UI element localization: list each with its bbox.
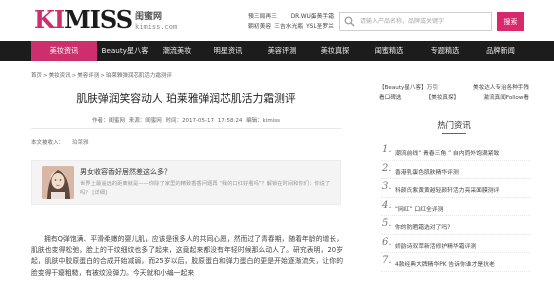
search-box[interactable] (339, 12, 492, 31)
breadcrumb-link[interactable]: 美妆资讯 (49, 73, 71, 79)
article-meta: 作者：闺蜜网 来源：闺蜜网 时间：2017-05-17 17:58:24 编辑：… (92, 118, 280, 124)
article-tags: 本文被收入： 珀莱雅 (31, 138, 89, 146)
nav-item-2[interactable]: 潮流美妆 (153, 41, 201, 61)
nav-item-0[interactable]: 美妆资讯 (31, 41, 97, 61)
header-hot-link[interactable]: 預三局再三 (248, 12, 277, 22)
nav-item-5[interactable]: 美妆真探 (309, 41, 361, 61)
hot-news-item[interactable]: 5. 你的防晒霜选对了吗？ (381, 216, 531, 235)
breadcrumb-link[interactable]: 珀莱雅弹润芯肌活力霜测评 (106, 73, 172, 79)
hot-news-title[interactable]: 潮流前线“ 青春三角 ” 自内而外饱满紧致 (395, 148, 499, 157)
sidebar-link[interactable]: 激流真闻Follow看 (483, 93, 529, 103)
hot-news-rank: 5. (382, 218, 392, 229)
hot-news-rank: 2. (382, 162, 392, 174)
hot-news-heading: 热门资讯 (437, 120, 471, 130)
hot-news-item[interactable]: 4. “网红” 口红全评测 (381, 198, 531, 216)
breadcrumb: 首页>美妆资讯>美容评测>珀莱雅弹润芯肌活力霜测评 (31, 71, 173, 79)
header-hot-link[interactable]: DR.WU蛋黃手霜 (291, 12, 334, 22)
hot-news-list: 1. 潮流前线“ 青春三角 ” 自内而外饱满紧致 2. 香港乳蛋色肌肤精华评测 3. 科颜… (381, 142, 531, 272)
hot-news-title[interactable]: 香港乳蛋色肌肤精华评测 (395, 167, 459, 176)
hot-news-title[interactable]: 4款经典大牌精华PK 告诉你谁才是抗老 (395, 259, 495, 268)
breadcrumb-link[interactable]: 美容评测 (77, 73, 99, 79)
sidebar-link[interactable]: 【Beauty星八客】万引 (379, 83, 438, 93)
sidebar-links: 【Beauty星八客】万引 美妆达人专治各种手残 看口碑选 【美妆真探】 激流真闻Fo… (379, 83, 529, 103)
main-nav: 美妆资讯 Beauty星八客 潮流美妆 明星资讯 美容评测 美妆真探 闺蜜精选 专题精选 品牌新… (0, 41, 554, 61)
tag-link[interactable]: 珀莱雅 (72, 140, 89, 146)
hot-news-rank: 3. (382, 181, 392, 192)
site-logo[interactable]: KIMISS 闺蜜网 kimiss.com (34, 8, 177, 32)
breadcrumb-link[interactable]: 首页 (31, 73, 42, 79)
breadcrumb-separator: > (71, 73, 77, 79)
header-hot-link[interactable]: YSL圣罗兰 (306, 22, 334, 32)
logo-cn-name: 闺蜜网 (135, 12, 163, 22)
header-hot-link[interactable]: 朝初美容 (248, 22, 271, 32)
hot-news-item[interactable]: 1. 潮流前线“ 青春三角 ” 自内而外饱满紧致 (381, 142, 531, 161)
article-title: 肌肤弹润笑容动人 珀莱雅弹润芯肌活力霜测评 (76, 92, 296, 105)
logo-wordmark: KIMISS (34, 5, 133, 34)
nav-item-4[interactable]: 美容评测 (255, 41, 309, 61)
tags-label: 本文被收入： (31, 140, 65, 146)
header-hot-links: 預三局再三 DR.WU蛋黃手霜 朝初美容 三吉水光瓶 YSL圣罗兰 (248, 12, 334, 32)
hot-news-item[interactable]: 7. 4款经典大牌精华PK 告诉你谁才是抗老 (381, 253, 531, 272)
promo-thumbnail[interactable] (42, 166, 74, 199)
article-body: 拥有Q弹饱满、平滑柔嫩的婴儿肌，应该是很多人的共同心愿，然而过了青春期，随着年龄… (31, 235, 343, 277)
nav-item-1[interactable]: Beauty星八客 (97, 41, 153, 61)
hot-news-rank: 4. (382, 199, 392, 211)
related-promo-card[interactable]: 男女收容香好居然差这么多？ 世界上最遥远的距离就是——你除了家里的精致香香问题再… (31, 160, 341, 205)
hot-news-item[interactable]: 2. 香港乳蛋色肌肤精华评测 (381, 161, 531, 179)
breadcrumb-separator: > (100, 73, 105, 79)
sidebar-link[interactable]: 【美妆真探】 (426, 93, 460, 103)
promo-title[interactable]: 男女收容香好居然差这么多？ (80, 167, 171, 177)
nav-item-8[interactable]: 品牌新闻 (473, 41, 528, 61)
hot-news-rank: 1. (382, 144, 392, 155)
site-header: KIMISS 闺蜜网 kimiss.com 預三局再三 DR.WU蛋黃手霜 朝初美… (0, 0, 554, 40)
heading-underline (442, 133, 466, 134)
search-input[interactable] (360, 15, 488, 28)
hot-news-title[interactable]: “网红” 口红全评测 (395, 204, 443, 213)
hot-news-title[interactable]: 你的防晒霜选对了吗？ (395, 222, 453, 231)
nav-item-6[interactable]: 闺蜜精选 (361, 41, 417, 61)
header-hot-link[interactable]: 三吉水光瓶 (274, 22, 303, 32)
hot-news-title[interactable]: 娇韵诗双萃新活修护精华霜评测 (395, 241, 476, 250)
sidebar-link[interactable]: 美妆达人专治各种手残 (473, 83, 529, 93)
search-button[interactable]: 搜索 (497, 12, 524, 31)
search-icon (344, 16, 355, 27)
hot-news-item[interactable]: 3. 科颜氏紫黄黄越轻颜轩活力亮采面膜测评 (381, 179, 531, 198)
nav-item-7[interactable]: 专题精选 (417, 41, 473, 61)
divider (31, 128, 341, 129)
nav-item-3[interactable]: 明星资讯 (201, 41, 255, 61)
hot-news-item[interactable]: 6. 娇韵诗双萃新活修护精华霜评测 (381, 235, 531, 253)
hot-news-rank: 7. (382, 255, 392, 266)
breadcrumb-separator: > (43, 73, 48, 79)
sidebar-link[interactable]: 看口碑选 (379, 93, 401, 103)
hot-news-rank: 6. (382, 236, 392, 248)
hot-news-title[interactable]: 科颜氏紫黄黄越轻颜轩活力亮采面膜测评 (395, 185, 499, 194)
logo-url: kimiss.com (135, 23, 178, 31)
promo-description: 世界上最遥远的距离就是——你除了家里的精致香香问题再 "我的口红好看吗"？解锁在… (80, 181, 331, 196)
